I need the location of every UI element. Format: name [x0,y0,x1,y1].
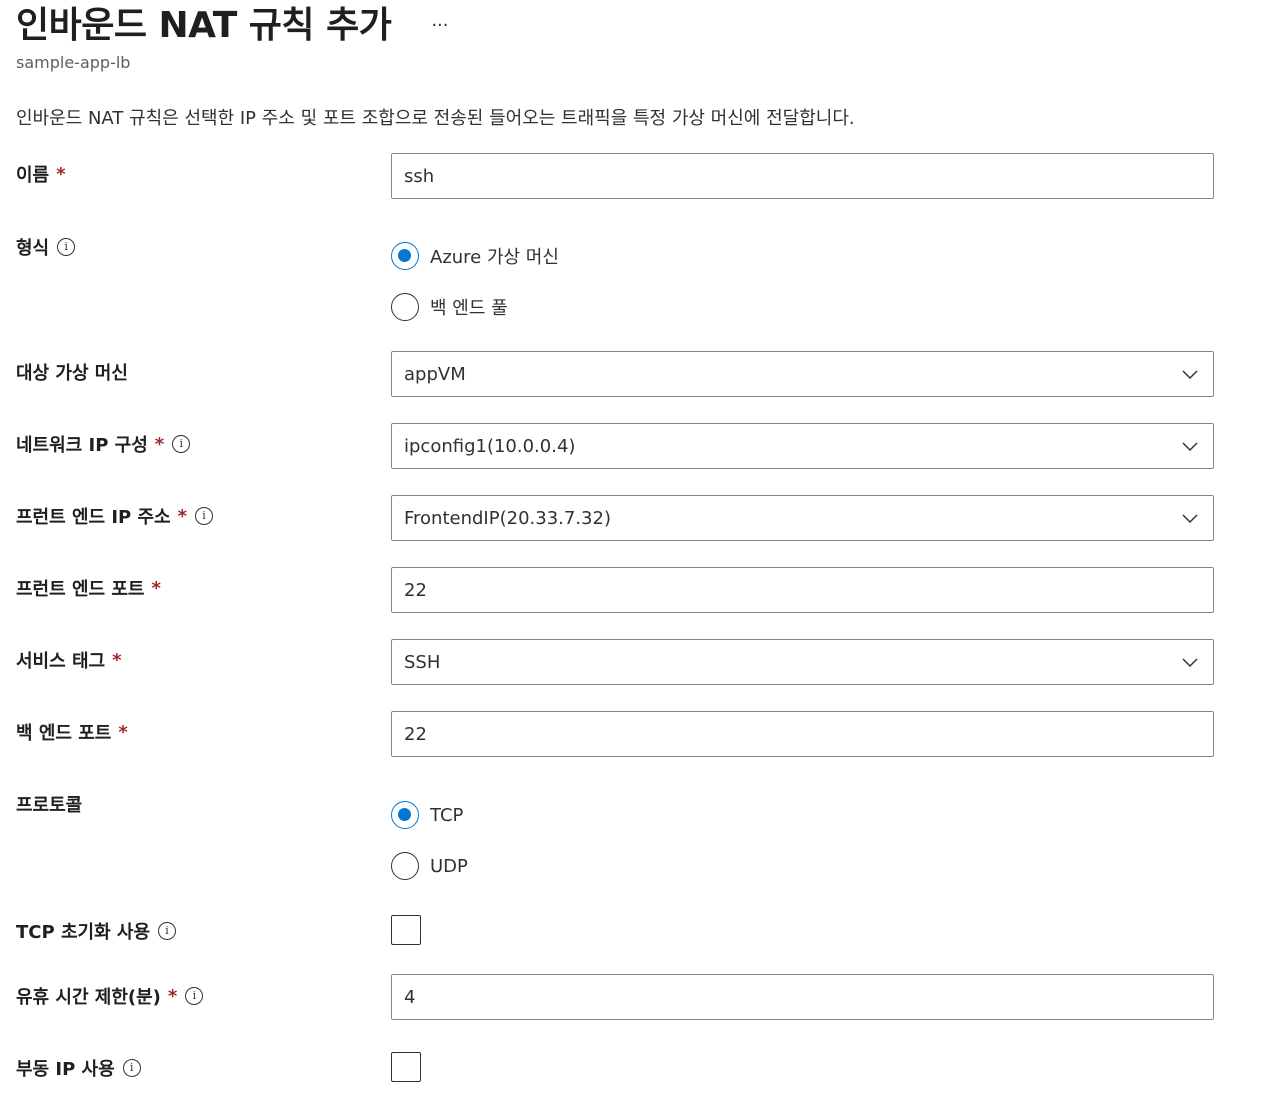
required-marker: * [151,577,161,599]
backend-port-label-text: 백 엔드 포트 [16,723,112,744]
service-tag-dropdown[interactable]: SSH [391,639,1214,685]
chevron-down-icon [1182,658,1198,668]
frontend-port-input[interactable]: 22 [391,567,1214,613]
floating-ip-label-text: 부동 IP 사용 [16,1059,115,1080]
required-marker: * [56,163,66,185]
target-vm-label: 대상 가상 머신 [16,358,128,386]
network-ip-config-label: 네트워크 IP 구성 * i [16,430,191,458]
protocol-radio-udp[interactable]: UDP [391,852,468,880]
radio-label: Azure 가상 머신 [430,247,559,268]
backend-port-label: 백 엔드 포트 * [16,718,128,746]
page-header: 인바운드 NAT 규칙 추가 ··· [16,2,452,50]
idle-timeout-label-text: 유휴 시간 제한(분) [16,987,161,1008]
frontend-port-label: 프런트 엔드 포트 * [16,574,161,602]
network-ip-config-value: ipconfig1(10.0.0.4) [404,435,576,457]
backend-port-input[interactable]: 22 [391,711,1214,757]
idle-timeout-value: 4 [404,986,416,1008]
name-label: 이름 * [16,160,66,188]
frontend-ip-label: 프런트 엔드 IP 주소 * i [16,502,214,530]
type-radio-backend-pool[interactable]: 백 엔드 풀 [391,293,508,321]
required-marker: * [118,721,128,743]
tcp-reset-label: TCP 초기화 사용 i [16,917,177,945]
frontend-ip-value: FrontendIP(20.33.7.32) [404,507,611,529]
required-marker: * [112,649,122,671]
type-label-text: 형식 [16,238,50,259]
radio-unchecked-icon[interactable] [391,852,419,880]
info-icon[interactable]: i [122,1059,141,1077]
backend-port-value: 22 [404,723,427,745]
floating-ip-checkbox[interactable] [391,1052,421,1082]
type-label: 형식 i [16,233,76,261]
name-input-value: ssh [404,165,435,187]
floating-ip-label: 부동 IP 사용 i [16,1054,141,1082]
info-icon[interactable]: i [158,922,177,940]
idle-timeout-input[interactable]: 4 [391,974,1214,1020]
info-icon[interactable]: i [195,507,214,525]
page-description: 인바운드 NAT 규칙은 선택한 IP 주소 및 포트 조합으로 전송된 들어오… [16,108,855,129]
chevron-down-icon [1182,442,1198,452]
service-tag-label-text: 서비스 태그 [16,651,106,672]
required-marker: * [177,505,188,527]
frontend-ip-dropdown[interactable]: FrontendIP(20.33.7.32) [391,495,1214,541]
radio-label: 백 엔드 풀 [430,298,508,319]
protocol-label: 프로토콜 [16,790,82,818]
required-marker: * [154,433,165,455]
target-vm-value: appVM [404,363,466,385]
protocol-label-text: 프로토콜 [16,795,83,816]
required-marker: * [167,985,178,1007]
tcp-reset-label-text: TCP 초기화 사용 [16,922,151,943]
service-tag-value: SSH [404,651,441,673]
type-radio-azure-vm[interactable]: Azure 가상 머신 [391,242,559,270]
service-tag-label: 서비스 태그 * [16,646,122,674]
name-label-text: 이름 [16,165,50,186]
info-icon[interactable]: i [185,987,204,1005]
radio-checked-icon[interactable] [391,801,419,829]
page-subtitle: sample-app-lb [16,53,131,72]
radio-label: TCP [430,804,464,826]
idle-timeout-label: 유휴 시간 제한(분) * i [16,982,204,1010]
frontend-port-label-text: 프런트 엔드 포트 [16,579,145,600]
radio-unchecked-icon[interactable] [391,293,419,321]
tcp-reset-checkbox[interactable] [391,915,421,945]
network-ip-config-label-text: 네트워크 IP 구성 [16,435,148,456]
info-icon[interactable]: i [172,435,191,453]
protocol-radio-tcp[interactable]: TCP [391,801,463,829]
info-icon[interactable]: i [57,238,76,256]
network-ip-config-dropdown[interactable]: ipconfig1(10.0.0.4) [391,423,1214,469]
radio-label: UDP [430,855,468,877]
chevron-down-icon [1182,370,1198,380]
frontend-port-value: 22 [404,579,427,601]
radio-checked-icon[interactable] [391,242,419,270]
page-title: 인바운드 NAT 규칙 추가 [16,5,392,46]
chevron-down-icon [1182,514,1198,524]
more-options-button[interactable]: ··· [427,16,452,36]
title-row: 인바운드 NAT 규칙 추가 ··· [16,2,452,50]
target-vm-label-text: 대상 가상 머신 [16,363,128,384]
frontend-ip-label-text: 프런트 엔드 IP 주소 [16,507,171,528]
target-vm-dropdown[interactable]: appVM [391,351,1214,397]
name-input[interactable]: ssh [391,153,1214,199]
